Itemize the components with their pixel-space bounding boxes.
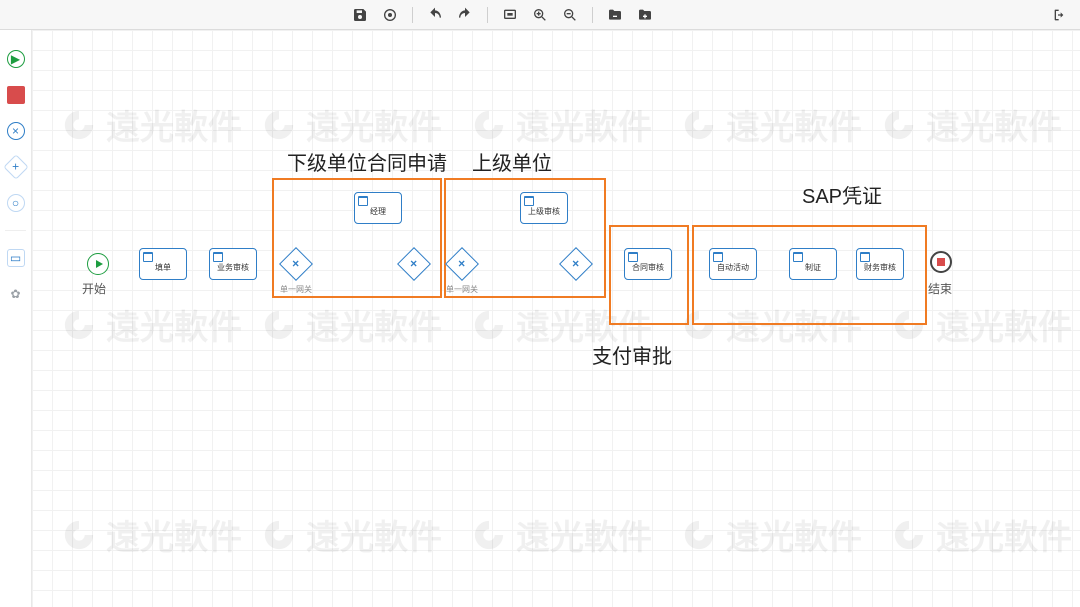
- fit-screen-icon[interactable]: [502, 7, 518, 23]
- user-task-icon: [524, 196, 534, 206]
- node-label: 业务审核: [217, 262, 249, 273]
- target-icon[interactable]: [382, 7, 398, 23]
- annotation-label-pay-approve: 支付审批: [592, 340, 672, 369]
- flow-canvas[interactable]: 遠光軟件 遠光軟件 遠光軟件 遠光軟件 遠光軟件 遠光軟件 遠光軟件 遠光軟件 …: [32, 30, 1080, 607]
- watermark: 遠光軟件: [262, 300, 442, 349]
- node-label: 合同审核: [632, 262, 664, 273]
- palette-subprocess[interactable]: ○: [7, 194, 25, 212]
- redo-icon[interactable]: [457, 7, 473, 23]
- node-fill-form[interactable]: 填单: [139, 248, 187, 280]
- palette-start-event[interactable]: ▶: [7, 50, 25, 68]
- palette-gateway[interactable]: +: [3, 154, 28, 179]
- toolbar-right: [1052, 7, 1068, 23]
- annotation-label-lower-unit: 下级单位合同申请: [287, 147, 447, 176]
- watermark: 遠光軟件: [262, 510, 442, 559]
- node-voucher[interactable]: 制证: [789, 248, 837, 280]
- node-gateway-3-label: 单一网关: [446, 284, 478, 295]
- user-task-icon: [713, 252, 723, 262]
- watermark: 遠光軟件: [62, 100, 242, 149]
- user-task-icon: [143, 252, 153, 262]
- user-task-icon: [213, 252, 223, 262]
- palette-document[interactable]: ▭: [7, 249, 25, 267]
- node-end-label: 结束: [928, 280, 952, 297]
- zoom-out-icon[interactable]: [562, 7, 578, 23]
- folder-open-icon[interactable]: [607, 7, 623, 23]
- node-manager[interactable]: 经理: [354, 192, 402, 224]
- annotation-label-upper-unit: 上级单位: [472, 147, 552, 176]
- watermark: 遠光軟件: [682, 100, 862, 149]
- node-auto-activity[interactable]: 自动活动: [709, 248, 757, 280]
- node-label: 自动活动: [717, 262, 749, 273]
- palette-settings[interactable]: ✿: [7, 285, 25, 303]
- watermark: 遠光軟件: [62, 300, 242, 349]
- toolbar-separator: [412, 7, 413, 23]
- user-task-icon: [793, 252, 803, 262]
- node-start-label: 开始: [82, 280, 106, 297]
- watermark: 遠光軟件: [472, 510, 652, 559]
- exit-icon[interactable]: [1052, 7, 1068, 23]
- user-task-icon: [628, 252, 638, 262]
- watermark: 遠光軟件: [262, 100, 442, 149]
- node-end[interactable]: [930, 251, 952, 273]
- annotation-label-sap-voucher: SAP凭证: [802, 180, 882, 209]
- node-start[interactable]: [87, 253, 109, 275]
- node-gateway-1-label: 单一网关: [280, 284, 312, 295]
- palette-end-event[interactable]: [7, 86, 25, 104]
- watermark: 遠光軟件: [62, 510, 242, 559]
- node-label: 财务审核: [864, 262, 896, 273]
- user-task-icon: [358, 196, 368, 206]
- top-toolbar: [0, 0, 1080, 30]
- user-task-icon: [860, 252, 870, 262]
- node-contract-review[interactable]: 合同审核: [624, 248, 672, 280]
- folder-add-icon[interactable]: [637, 7, 653, 23]
- node-label: 制证: [805, 262, 821, 273]
- toolbar-separator: [592, 7, 593, 23]
- undo-icon[interactable]: [427, 7, 443, 23]
- left-palette: ▶ × + ○ ▭ ✿: [0, 30, 32, 607]
- watermark: 遠光軟件: [682, 510, 862, 559]
- zoom-in-icon[interactable]: [532, 7, 548, 23]
- node-label: 经理: [370, 206, 386, 217]
- watermark: 遠光軟件: [882, 100, 1062, 149]
- watermark: 遠光軟件: [472, 100, 652, 149]
- node-label: 填单: [155, 262, 171, 273]
- toolbar-center: [352, 7, 653, 23]
- node-label: 上级审核: [528, 206, 560, 217]
- save-icon[interactable]: [352, 7, 368, 23]
- node-biz-review[interactable]: 业务审核: [209, 248, 257, 280]
- watermark: 遠光軟件: [892, 510, 1072, 559]
- palette-separator: [5, 230, 27, 231]
- toolbar-separator: [487, 7, 488, 23]
- node-finance-review[interactable]: 财务审核: [856, 248, 904, 280]
- palette-cancel[interactable]: ×: [7, 122, 25, 140]
- node-superior-review[interactable]: 上级审核: [520, 192, 568, 224]
